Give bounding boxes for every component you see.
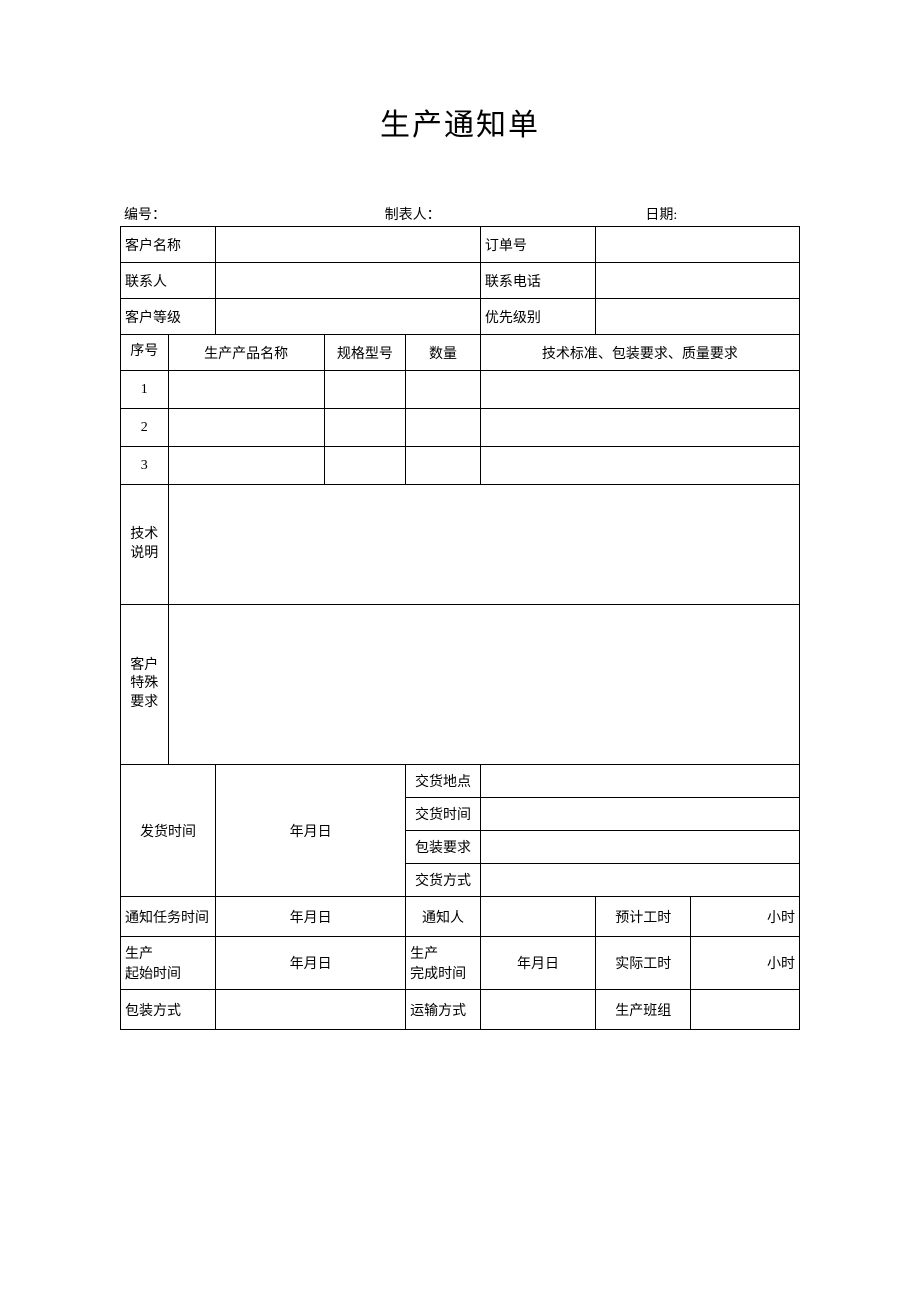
finish-time-label-l2: 完成时间	[410, 967, 466, 982]
item-spec[interactable]	[324, 409, 405, 447]
team-value[interactable]	[691, 990, 800, 1030]
ship-time-label: 发货时间	[121, 765, 216, 897]
priority-value[interactable]	[596, 299, 800, 335]
table-row: 1	[121, 371, 800, 409]
tech-desc-label: 技术说明	[121, 485, 169, 605]
finish-time-label: 生产 完成时间	[406, 937, 481, 990]
form-table: 客户名称 订单号 联系人 联系电话 客户等级 优先级别 序号 生产产品名称 规格…	[120, 226, 800, 1030]
phone-label: 联系电话	[480, 263, 595, 299]
meta-row: 编号： 制表人： 日期:	[120, 204, 800, 224]
start-time-value[interactable]: 年月日	[216, 937, 406, 990]
est-hours-value[interactable]: 小时	[691, 897, 800, 937]
packing-req-label: 包装要求	[406, 831, 481, 864]
item-seq: 1	[121, 371, 169, 409]
col-req: 技术标准、包装要求、质量要求	[480, 335, 799, 371]
col-qty: 数量	[406, 335, 481, 371]
finish-time-value[interactable]: 年月日	[480, 937, 595, 990]
item-name[interactable]	[168, 409, 324, 447]
serial-label: 编号：	[124, 204, 275, 224]
item-qty[interactable]	[406, 371, 481, 409]
col-name: 生产产品名称	[168, 335, 324, 371]
item-req[interactable]	[480, 447, 799, 485]
transport-value[interactable]	[480, 990, 595, 1030]
customer-level-value[interactable]	[216, 299, 481, 335]
date-label: 日期:	[535, 204, 796, 224]
col-seq: 序号	[121, 335, 169, 371]
table-row: 3	[121, 447, 800, 485]
order-no-label: 订单号	[480, 227, 595, 263]
delivery-place-value[interactable]	[480, 765, 799, 798]
item-name[interactable]	[168, 447, 324, 485]
notice-time-value[interactable]: 年月日	[216, 897, 406, 937]
cust-req-value[interactable]	[168, 605, 799, 765]
item-spec[interactable]	[324, 447, 405, 485]
col-seq-text: 序号	[130, 344, 158, 359]
item-seq: 3	[121, 447, 169, 485]
contact-value[interactable]	[216, 263, 481, 299]
preparer-label: 制表人：	[275, 204, 536, 224]
packing-req-value[interactable]	[480, 831, 799, 864]
item-req[interactable]	[480, 409, 799, 447]
phone-value[interactable]	[596, 263, 800, 299]
delivery-time-value[interactable]	[480, 798, 799, 831]
team-label: 生产班组	[596, 990, 691, 1030]
start-time-label-l2: 起始时间	[125, 967, 181, 982]
table-row: 2	[121, 409, 800, 447]
item-seq: 2	[121, 409, 169, 447]
contact-label: 联系人	[121, 263, 216, 299]
delivery-method-value[interactable]	[480, 864, 799, 897]
tech-desc-value[interactable]	[168, 485, 799, 605]
customer-name-label: 客户名称	[121, 227, 216, 263]
start-time-label: 生产 起始时间	[121, 937, 216, 990]
transport-label: 运输方式	[406, 990, 481, 1030]
delivery-method-label: 交货方式	[406, 864, 481, 897]
actual-hours-label: 实际工时	[596, 937, 691, 990]
cust-req-label: 客户特殊要求	[121, 605, 169, 765]
cust-req-label-text: 客户特殊要求	[130, 658, 158, 709]
order-no-value[interactable]	[596, 227, 800, 263]
item-name[interactable]	[168, 371, 324, 409]
notifier-label: 通知人	[406, 897, 481, 937]
notice-time-label: 通知任务时间	[121, 897, 216, 937]
finish-time-label-l1: 生产	[410, 947, 438, 962]
pack-method-label: 包装方式	[121, 990, 216, 1030]
actual-hours-value[interactable]: 小时	[691, 937, 800, 990]
item-qty[interactable]	[406, 409, 481, 447]
customer-level-label: 客户等级	[121, 299, 216, 335]
customer-name-value[interactable]	[216, 227, 481, 263]
page-title: 生产通知单	[120, 100, 800, 144]
pack-method-value[interactable]	[216, 990, 406, 1030]
item-qty[interactable]	[406, 447, 481, 485]
delivery-time-label: 交货时间	[406, 798, 481, 831]
priority-label: 优先级别	[480, 299, 595, 335]
est-hours-label: 预计工时	[596, 897, 691, 937]
ship-time-value[interactable]: 年月日	[216, 765, 406, 897]
col-spec: 规格型号	[324, 335, 405, 371]
item-req[interactable]	[480, 371, 799, 409]
tech-desc-label-text: 技术说明	[130, 527, 158, 560]
notifier-value[interactable]	[480, 897, 595, 937]
start-time-label-l1: 生产	[125, 947, 153, 962]
delivery-place-label: 交货地点	[406, 765, 481, 798]
item-spec[interactable]	[324, 371, 405, 409]
